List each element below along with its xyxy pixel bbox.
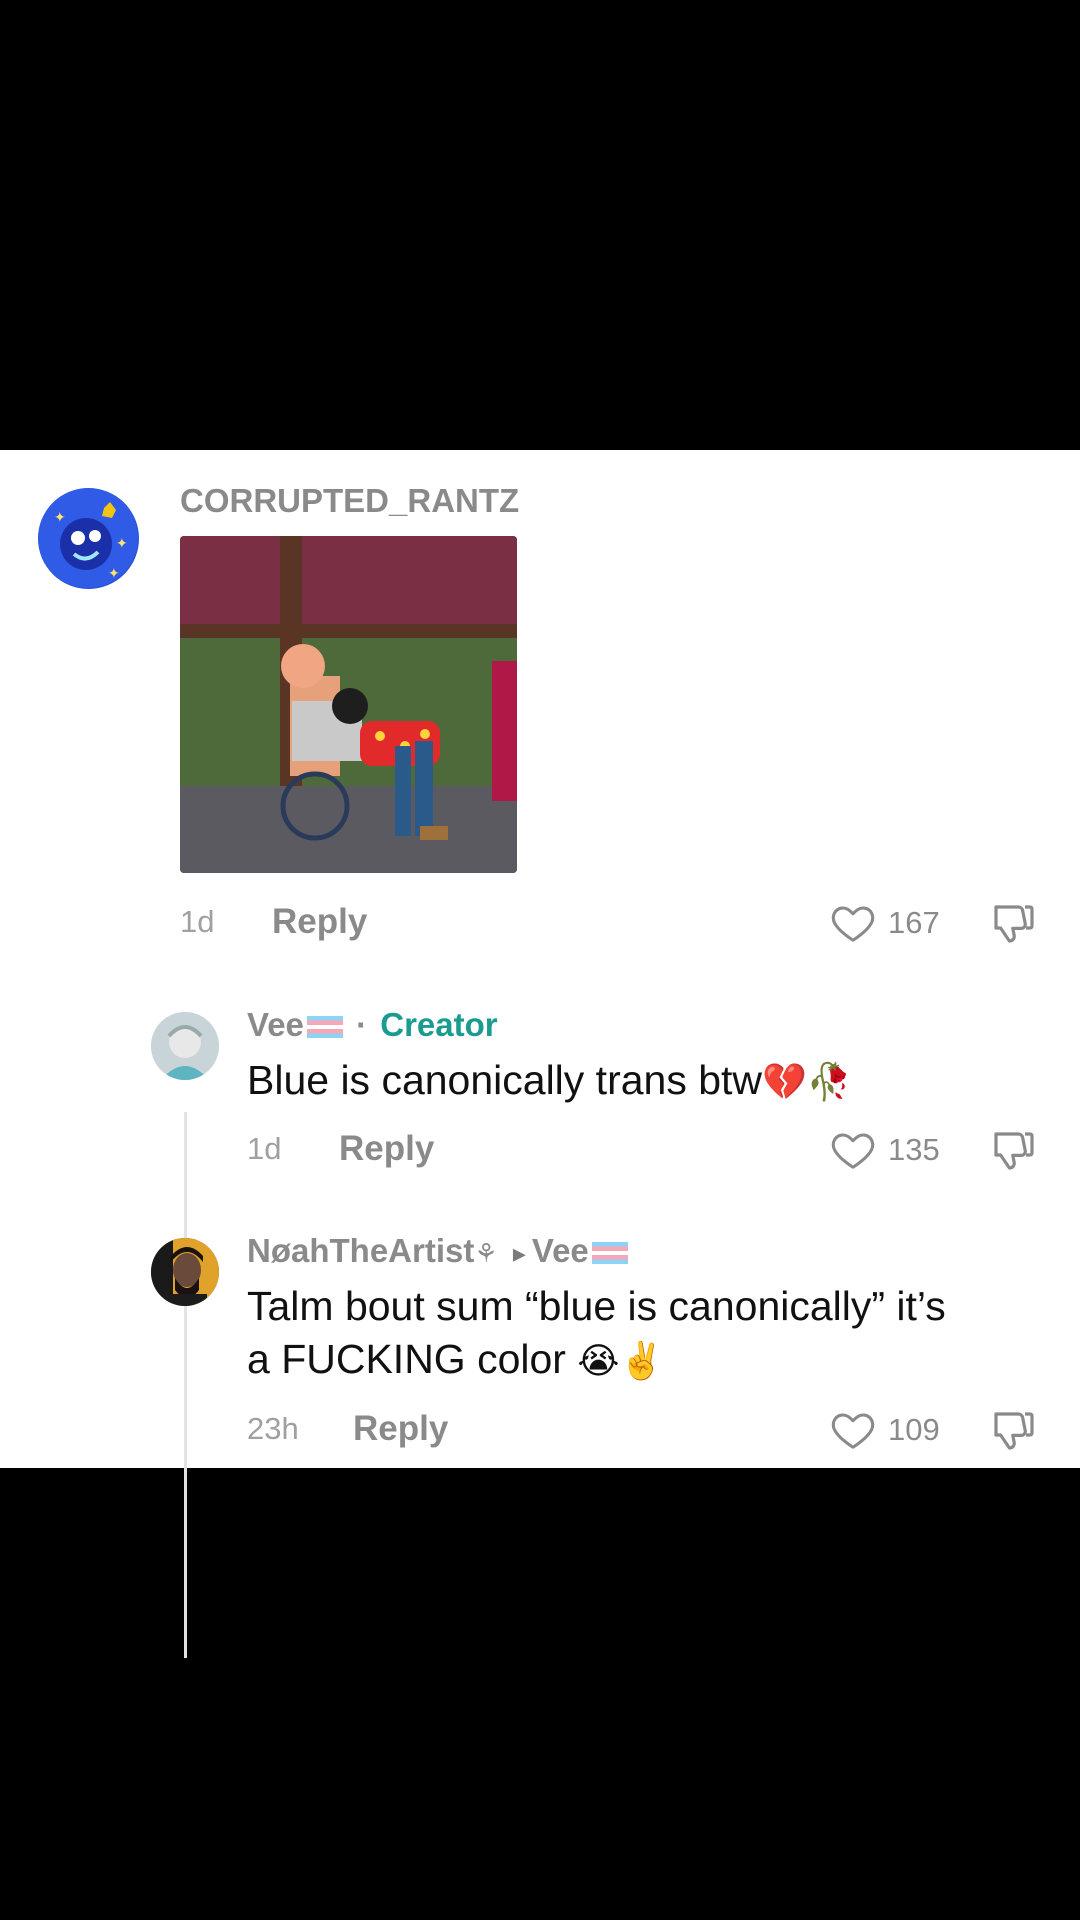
comment-username-row: NøahTheArtist⚘ ▸ Vee (247, 1232, 628, 1270)
blue-character-avatar-icon: ✦ ✦ ✦ (38, 488, 138, 588)
comment-body: Blue is canonically trans btw (247, 1057, 763, 1103)
comment-time: 1d (180, 904, 215, 939)
user-avatar-icon (151, 1238, 219, 1306)
separator-dot: · (356, 1006, 368, 1043)
user-avatar-icon (151, 1012, 219, 1080)
comment-image[interactable] (180, 536, 517, 873)
emoji-text: 😭✌️ (577, 1340, 665, 1381)
comment-time: 1d (247, 1131, 282, 1166)
comment-username-row: Vee · Creator (247, 1006, 498, 1044)
avatar-corrupted-rantz[interactable]: ✦ ✦ ✦ (38, 488, 139, 589)
reply-button[interactable]: Reply (272, 902, 367, 942)
dislike-button[interactable] (990, 900, 1038, 948)
heart-outline-icon (831, 906, 875, 942)
avatar-vee[interactable] (151, 1012, 219, 1080)
emoji-text: 💔🥀 (762, 1061, 852, 1102)
trans-flag-icon (591, 1242, 628, 1265)
reply-button[interactable]: Reply (339, 1129, 434, 1169)
like-count: 109 (888, 1412, 940, 1447)
avatar-noah[interactable] (151, 1238, 219, 1306)
dislike-button[interactable] (990, 1407, 1038, 1455)
comment-username[interactable]: NøahTheArtist (247, 1232, 474, 1269)
svg-text:✦: ✦ (108, 565, 120, 581)
reply-to-username[interactable]: Vee (532, 1232, 589, 1269)
cartoon-image (180, 536, 517, 873)
like-button[interactable] (830, 1407, 876, 1453)
heart-outline-icon (831, 1133, 875, 1169)
like-count: 135 (888, 1132, 940, 1167)
thread-line (184, 1340, 187, 1468)
heart-outline-icon (831, 1413, 875, 1449)
dislike-icon (994, 1412, 1034, 1450)
dislike-icon (994, 905, 1034, 943)
trans-flag-icon (306, 1016, 343, 1039)
dislike-button[interactable] (990, 1127, 1038, 1175)
comment-text: Blue is canonically trans btw💔🥀 (247, 1054, 1080, 1108)
comment-panel: ✦ ✦ ✦ CORRUPTED_RANTZ 1d Reply 167 Vee ·… (0, 450, 1080, 1658)
reply-button[interactable]: Reply (353, 1409, 448, 1449)
like-button[interactable] (830, 900, 876, 946)
comment-username[interactable]: Vee (247, 1006, 304, 1043)
svg-text:✦: ✦ (54, 509, 66, 525)
like-button[interactable] (830, 1127, 876, 1173)
comment-username[interactable]: CORRUPTED_RANTZ (180, 482, 519, 520)
creator-badge: Creator (380, 1006, 498, 1043)
comment-body-line2: a FUCKING color (247, 1336, 566, 1382)
svg-text:✦: ✦ (116, 535, 128, 551)
dislike-icon (994, 1132, 1034, 1170)
like-count: 167 (888, 905, 940, 940)
comment-text: Talm bout sum “blue is canonically” it’s… (247, 1280, 1080, 1387)
comment-time: 23h (247, 1411, 299, 1446)
flower-symbol: ⚘ (474, 1238, 498, 1268)
comment-body-line1: Talm bout sum “blue is canonically” it’s (247, 1283, 946, 1329)
reply-arrow-icon: ▸ (512, 1238, 526, 1268)
